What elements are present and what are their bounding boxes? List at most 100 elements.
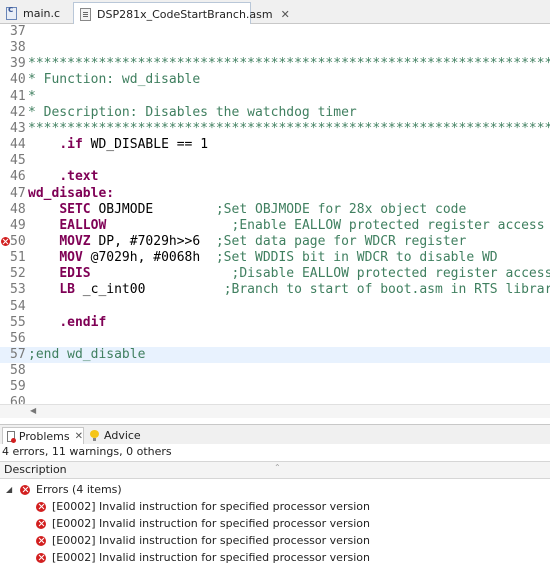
view-tab-bar: Problems ✕ Advice	[0, 424, 550, 444]
code-text: wd_disable:	[28, 186, 114, 202]
error-marker-icon[interactable]	[1, 236, 10, 246]
code-comment: ;Set data page for WDCR register	[215, 233, 467, 249]
code-operand	[28, 137, 59, 152]
tab-advice[interactable]: Advice	[88, 427, 141, 444]
problem-item[interactable]: [E0002] Invalid instruction for specifie…	[0, 549, 550, 566]
code-line[interactable]: 38	[0, 40, 550, 56]
code-text: * Function: wd_disable	[28, 72, 200, 88]
expand-triangle-icon[interactable]: ◢	[6, 481, 12, 498]
line-number: 60	[10, 395, 26, 404]
code-operand	[28, 315, 59, 330]
line-number: 41	[10, 88, 26, 104]
code-line[interactable]: 43 **************************************…	[0, 121, 550, 137]
scroll-left-icon[interactable]: ◀	[30, 406, 36, 415]
code-line[interactable]: 60	[0, 395, 550, 404]
code-text: LB _c_int00 ;Branch to start of boot.asm…	[28, 282, 550, 298]
code-text: * Description: Disables the watchdog tim…	[28, 105, 357, 121]
error-icon	[36, 518, 46, 529]
code-line[interactable]: 48 SETC OBJMODE ;Set OBJMODE for 28x obj…	[0, 202, 550, 218]
code-keyword: .if	[59, 137, 83, 153]
line-number: 45	[10, 153, 26, 169]
group-label: Errors (4 items)	[36, 483, 122, 496]
code-comment: ;Branch to start of boot.asm in RTS libr…	[223, 282, 550, 298]
code-line[interactable]: 54	[0, 299, 550, 315]
code-line[interactable]: 42 * Description: Disables the watchdog t…	[0, 105, 550, 121]
problem-item[interactable]: [E0002] Invalid instruction for specifie…	[0, 515, 550, 532]
code-text: ****************************************…	[28, 121, 550, 137]
code-line[interactable]: 49 EALLOW ;Enable EALLOW protected regis…	[0, 218, 550, 234]
asm-file-icon	[80, 7, 91, 21]
code-line[interactable]: 55 .endif	[0, 315, 550, 331]
line-number: 44	[10, 137, 26, 153]
code-line[interactable]: 39 **************************************…	[0, 56, 550, 72]
line-number: 53	[10, 282, 26, 298]
tab-main-c[interactable]: main.c	[0, 2, 72, 24]
problem-item[interactable]: [E0002] Invalid instruction for specifie…	[0, 532, 550, 549]
code-line[interactable]: 46 .text	[0, 169, 550, 185]
line-number: 39	[10, 56, 26, 72]
code-keyword: SETC	[59, 201, 91, 217]
code-keyword: .text	[59, 169, 99, 185]
line-number: 59	[10, 379, 26, 395]
code-line[interactable]: 52 EDIS ;Disable EALLOW protected regist…	[0, 266, 550, 282]
code-keyword: MOVZ	[59, 233, 91, 249]
tab-label: main.c	[23, 6, 61, 20]
tab-codestartbranch-asm[interactable]: DSP281x_CodeStartBranch.asm ✕	[73, 2, 290, 25]
line-number: 50	[10, 233, 26, 249]
description-column-header[interactable]: Description ⌃	[0, 461, 550, 479]
code-line[interactable]: 45	[0, 153, 550, 169]
problem-description: [E0002] Invalid instruction for specifie…	[52, 500, 370, 513]
code-keyword: EALLOW	[59, 217, 107, 233]
code-operand	[28, 169, 59, 184]
code-line[interactable]: 47 wd_disable:	[0, 186, 550, 202]
code-keyword: wd_disable:	[28, 185, 115, 201]
code-keyword: LB	[59, 282, 75, 298]
code-operand: _c_int00	[74, 282, 224, 298]
sort-indicator-icon: ⌃	[274, 463, 281, 472]
error-icon	[36, 501, 46, 512]
error-icon	[20, 484, 30, 495]
code-line[interactable]: 41 *	[0, 89, 550, 105]
code-editor[interactable]: 37 38 39 **********************************…	[0, 24, 550, 404]
problem-item[interactable]: [E0002] Invalid instruction for specifie…	[0, 498, 550, 515]
line-number: 54	[10, 298, 26, 314]
line-number: 46	[10, 169, 26, 185]
code-operand	[28, 266, 59, 281]
code-operand	[91, 266, 232, 281]
code-line[interactable]: 37	[0, 24, 550, 40]
code-text: .if WD_DISABLE == 1	[28, 137, 208, 153]
code-operand	[28, 250, 59, 265]
line-number: 47	[10, 185, 26, 201]
code-line[interactable]: 57 ;end wd_disable	[0, 347, 550, 363]
code-comment: * Description: Disables the watchdog tim…	[28, 104, 357, 120]
line-number: 42	[10, 104, 26, 120]
code-operand	[28, 234, 59, 249]
code-line[interactable]: 53 LB _c_int00 ;Branch to start of boot.…	[0, 282, 550, 298]
code-keyword: .endif	[59, 314, 107, 330]
code-line[interactable]: 50 MOVZ DP, #7029h>>6 ;Set data page for…	[0, 234, 550, 250]
code-text: EDIS ;Disable EALLOW protected register …	[28, 266, 550, 282]
problems-icon	[7, 430, 16, 443]
code-line[interactable]: 56	[0, 331, 550, 347]
code-operand: OBJMODE	[90, 201, 216, 217]
close-icon[interactable]: ✕	[281, 8, 290, 21]
tab-problems[interactable]: Problems ✕	[2, 427, 84, 444]
line-number: 55	[10, 314, 26, 330]
code-operand	[106, 218, 231, 233]
error-group-row[interactable]: ◢ Errors (4 items)	[0, 481, 550, 498]
code-text: .endif	[28, 315, 106, 331]
line-number: 51	[10, 250, 26, 266]
horizontal-scrollbar[interactable]: ◀	[0, 404, 550, 418]
code-operand	[28, 282, 59, 297]
code-line[interactable]: 58	[0, 363, 550, 379]
code-line[interactable]: 59	[0, 379, 550, 395]
code-line[interactable]: 51 MOV @7029h, #0068h ;Set WDDIS bit in …	[0, 250, 550, 266]
code-comment: ;Set WDDIS bit in WDCR to disable WD	[215, 250, 498, 266]
code-line[interactable]: 44 .if WD_DISABLE == 1	[0, 137, 550, 153]
close-icon[interactable]: ✕	[75, 431, 83, 442]
code-line[interactable]: 40 * Function: wd_disable	[0, 72, 550, 88]
tab-label: DSP281x_CodeStartBranch.asm	[97, 7, 273, 21]
code-comment: ;Set OBJMODE for 28x object code	[215, 201, 467, 217]
problem-description: [E0002] Invalid instruction for specifie…	[52, 534, 370, 547]
code-text: SETC OBJMODE ;Set OBJMODE for 28x object…	[28, 202, 466, 218]
